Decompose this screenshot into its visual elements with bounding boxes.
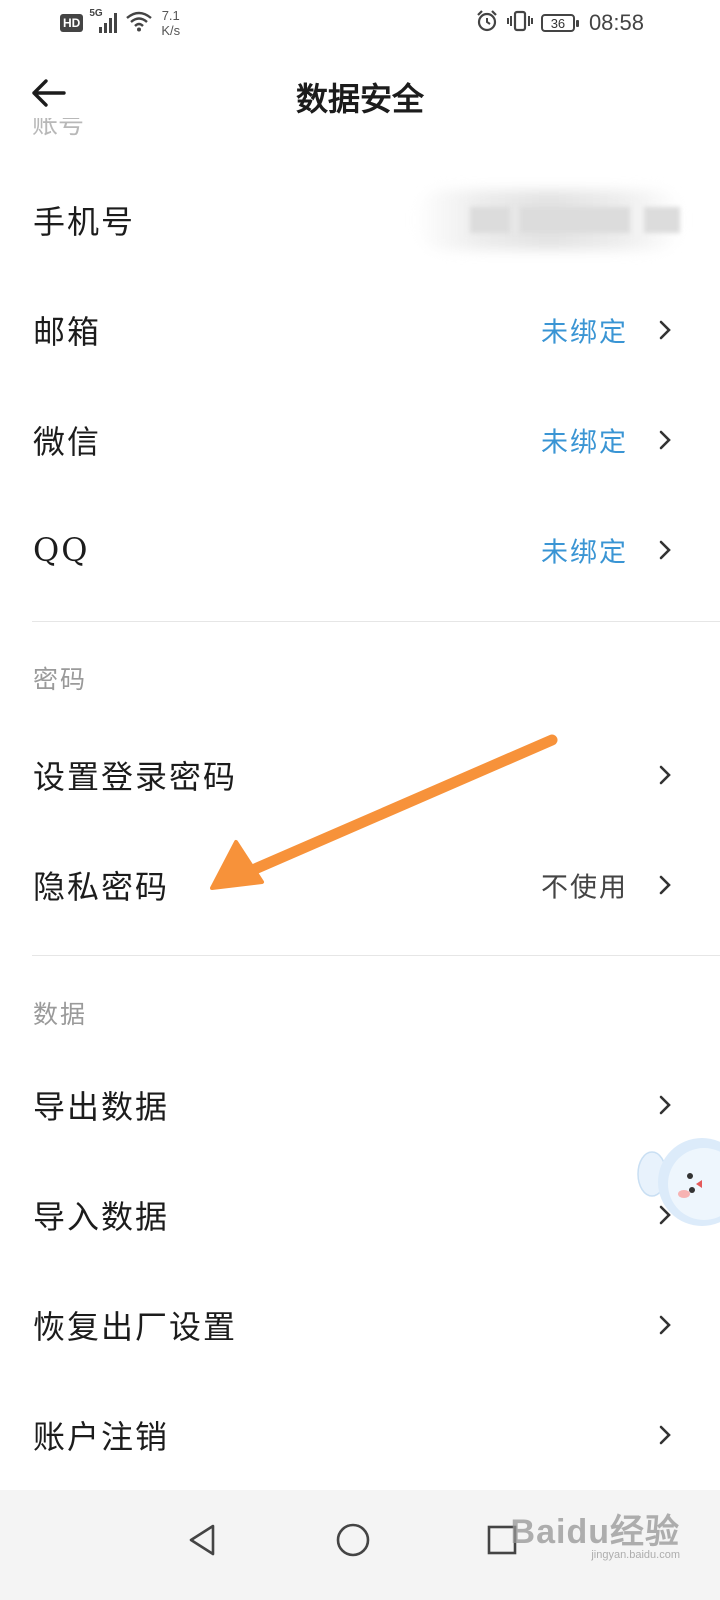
redaction-block bbox=[644, 207, 680, 233]
row-label: 手机号 bbox=[33, 203, 136, 241]
row-label: 账户注销 bbox=[33, 1418, 170, 1456]
row-label: 恢复出厂设置 bbox=[33, 1308, 238, 1346]
hd-badge: HD bbox=[60, 14, 84, 32]
status-clock: 08:58 bbox=[588, 10, 644, 35]
row-email[interactable]: 邮箱 未绑定 bbox=[0, 275, 720, 385]
redaction-block bbox=[470, 207, 510, 233]
divider bbox=[32, 621, 720, 622]
row-label: 隐私密码 bbox=[33, 868, 170, 906]
row-value: 未绑定 bbox=[541, 427, 628, 459]
row-value: 未绑定 bbox=[541, 537, 628, 569]
watermark-main: Baidu经验 bbox=[510, 1513, 680, 1551]
chevron-right-icon bbox=[659, 765, 671, 785]
wifi-icon bbox=[125, 10, 153, 36]
nav-home-button[interactable] bbox=[323, 1510, 383, 1570]
chevron-right-icon bbox=[659, 875, 671, 895]
row-import-data[interactable]: 导入数据 bbox=[0, 1160, 720, 1270]
triangle-back-icon bbox=[189, 1524, 215, 1556]
section-header-data: 数据 bbox=[33, 1000, 88, 1029]
redaction-block bbox=[520, 207, 630, 233]
chevron-right-icon bbox=[659, 1425, 671, 1445]
row-export-data[interactable]: 导出数据 bbox=[0, 1050, 720, 1160]
status-bar: HD 5G 7.1 K/s 36 08:58 bbox=[0, 0, 720, 48]
circle-home-icon bbox=[336, 1523, 370, 1557]
annotation-arrow-icon bbox=[210, 734, 558, 890]
chevron-right-icon bbox=[659, 1095, 671, 1115]
row-label: QQ bbox=[33, 531, 90, 569]
row-phone[interactable]: 手机号 bbox=[0, 165, 720, 275]
divider bbox=[32, 955, 720, 956]
section-header-account: 账号 bbox=[32, 118, 84, 142]
speed-value: 7.1 bbox=[161, 8, 180, 23]
network-speed: 7.1 K/s bbox=[161, 8, 180, 38]
watermark-sub: jingyan.baidu.com bbox=[591, 1549, 680, 1561]
row-label: 邮箱 bbox=[33, 313, 102, 351]
status-right: 36 08:58 bbox=[475, 8, 644, 38]
chevron-right-icon bbox=[659, 1315, 671, 1335]
row-label: 导出数据 bbox=[33, 1088, 170, 1126]
system-nav-bar: Baidu经验 jingyan.baidu.com bbox=[0, 1490, 720, 1600]
page-title: 数据安全 bbox=[295, 80, 424, 118]
row-factory-reset[interactable]: 恢复出厂设置 bbox=[0, 1270, 720, 1380]
status-left: HD 5G 7.1 K/s bbox=[60, 8, 180, 38]
nav-back-button[interactable] bbox=[172, 1510, 232, 1570]
alarm-icon bbox=[475, 9, 499, 37]
row-label: 导入数据 bbox=[33, 1198, 170, 1236]
cellular-signal-icon: 5G bbox=[89, 8, 119, 35]
row-account-cancellation[interactable]: 账户注销 bbox=[0, 1380, 720, 1490]
speed-unit: K/s bbox=[161, 23, 181, 38]
section-header-account-text: 账号 bbox=[32, 118, 85, 140]
row-qq[interactable]: QQ 未绑定 bbox=[0, 495, 720, 605]
battery-level: 36 bbox=[550, 15, 566, 31]
chevron-right-icon bbox=[659, 320, 671, 340]
chevron-right-icon bbox=[659, 540, 671, 560]
section-header-password: 密码 bbox=[33, 665, 88, 694]
row-wechat[interactable]: 微信 未绑定 bbox=[0, 385, 720, 495]
vibrate-icon bbox=[506, 9, 533, 37]
mascot-icon bbox=[637, 1138, 720, 1226]
row-value: 未绑定 bbox=[541, 317, 628, 349]
app-bar: 数据安全 bbox=[0, 48, 720, 138]
row-label: 微信 bbox=[33, 423, 102, 461]
baidu-jingyan-watermark: Baidu经验 jingyan.baidu.com bbox=[511, 1504, 680, 1561]
chevron-right-icon bbox=[659, 430, 671, 450]
floating-assistant-button[interactable] bbox=[632, 1130, 720, 1240]
battery-icon: 36 bbox=[540, 14, 579, 32]
